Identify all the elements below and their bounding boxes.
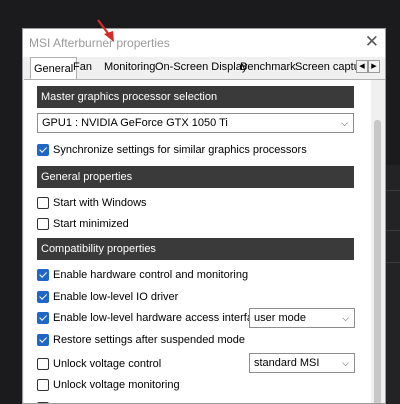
access-mode-select[interactable]: user mode ⌵ — [249, 308, 355, 328]
tab-fan[interactable]: Fan — [73, 61, 92, 73]
checkbox-label: Enable low-level hardware access interfa… — [53, 312, 265, 324]
checkbox-box[interactable] — [37, 334, 49, 346]
start-with-windows-checkbox[interactable]: Start with Windows — [37, 195, 147, 211]
checkbox-label: Start minimized — [53, 218, 129, 230]
app-background-divider — [384, 262, 400, 263]
checkbox-box[interactable] — [37, 144, 49, 156]
checkbox-box[interactable] — [37, 291, 49, 303]
close-icon[interactable]: ✕ — [365, 32, 379, 52]
checkbox-box[interactable] — [37, 218, 49, 230]
access-mode-value: user mode — [254, 312, 306, 324]
properties-dialog: MSI Afterburner properties ✕ General Fan… — [22, 28, 386, 404]
tab-on-screen-display[interactable]: On-Screen Display — [155, 61, 247, 73]
vertical-scrollbar[interactable] — [371, 80, 385, 403]
tab-scroll-left-icon[interactable]: ◀ — [356, 60, 368, 73]
tab-strip: General Fan Monitoring On-Screen Display… — [23, 57, 385, 79]
tab-benchmark[interactable]: Benchmark — [240, 61, 296, 73]
app-background-divider — [384, 230, 400, 231]
section-header-master-gpu: Master graphics processor selection — [37, 86, 354, 108]
checkbox-label: Synchronize settings for similar graphic… — [53, 144, 307, 156]
checkbox-label: Unlock voltage control — [53, 358, 162, 370]
gpu-select-value: GPU1 : NVIDIA GeForce GTX 1050 Ti — [42, 117, 228, 129]
voltage-mode-select[interactable]: standard MSI ⌵ — [249, 353, 355, 373]
tab-general[interactable]: General — [30, 57, 78, 79]
section-header-general: General properties — [37, 166, 354, 188]
checkbox-label: Unlock voltage monitoring — [53, 379, 180, 391]
checkbox-label: Enable hardware control and monitoring — [53, 269, 249, 281]
sync-settings-checkbox[interactable]: Synchronize settings for similar graphic… — [37, 142, 307, 158]
checkbox-label: Enable low-level IO driver — [53, 291, 179, 303]
tab-monitoring[interactable]: Monitoring — [104, 61, 155, 73]
low-level-io-checkbox[interactable]: Enable low-level IO driver — [37, 289, 178, 305]
start-minimized-checkbox[interactable]: Start minimized — [37, 216, 129, 232]
gpu-select[interactable]: GPU1 : NVIDIA GeForce GTX 1050 Ti ⌵ — [37, 113, 354, 133]
scrollbar-thumb[interactable] — [374, 120, 381, 403]
low-level-hw-access-checkbox[interactable]: Enable low-level hardware access interfa… — [37, 310, 265, 326]
partial-checkbox-row[interactable] — [37, 400, 49, 403]
checkbox-box[interactable] — [37, 269, 49, 281]
general-tab-panel: Master graphics processor selection GPU1… — [24, 79, 385, 403]
unlock-voltage-control-checkbox[interactable]: Unlock voltage control — [37, 356, 161, 372]
window-title: MSI Afterburner properties — [29, 36, 170, 50]
voltage-mode-value: standard MSI — [254, 357, 320, 369]
chevron-down-icon: ⌵ — [342, 358, 349, 368]
checkbox-box[interactable] — [37, 358, 49, 370]
chevron-down-icon: ⌵ — [342, 313, 349, 323]
checkbox-label: Start with Windows — [53, 197, 147, 209]
hardware-control-checkbox[interactable]: Enable hardware control and monitoring — [37, 267, 248, 283]
restore-settings-checkbox[interactable]: Restore settings after suspended mode — [37, 332, 245, 348]
unlock-voltage-monitoring-checkbox[interactable]: Unlock voltage monitoring — [37, 377, 180, 393]
app-background-divider — [384, 190, 400, 191]
chevron-down-icon: ⌵ — [341, 118, 348, 128]
checkbox-box[interactable] — [37, 197, 49, 209]
title-bar: MSI Afterburner properties ✕ — [23, 29, 385, 57]
section-header-compatibility: Compatibility properties — [37, 238, 354, 260]
tab-screen-capture[interactable]: Screen captu — [295, 61, 360, 73]
checkbox-label: Restore settings after suspended mode — [53, 334, 246, 346]
checkbox-box[interactable] — [37, 312, 49, 324]
checkbox-box[interactable] — [37, 379, 49, 391]
tab-scroll-right-icon[interactable]: ▶ — [368, 60, 380, 73]
